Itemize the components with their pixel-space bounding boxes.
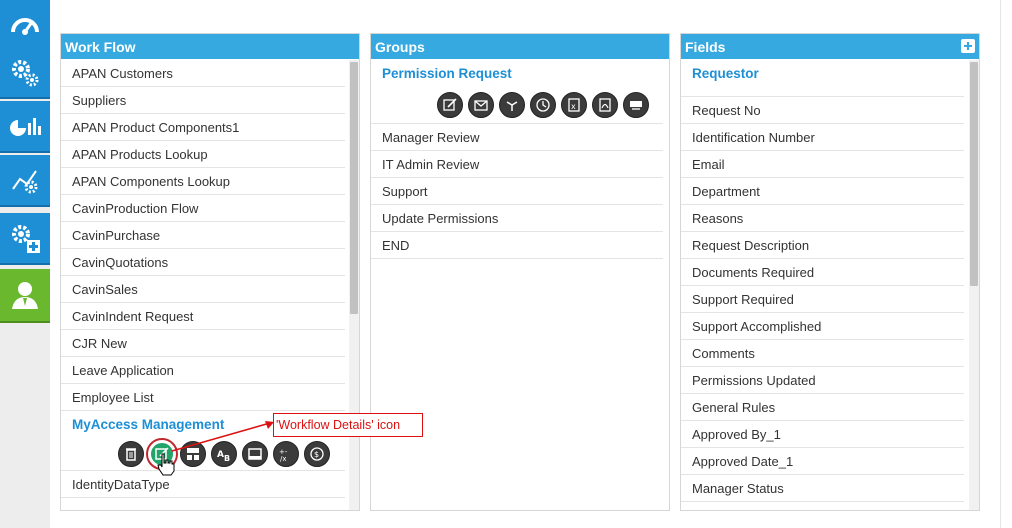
trash-icon [126,448,136,461]
field-item[interactable]: Request Description [681,232,964,259]
fields-scrollbar[interactable] [969,60,979,510]
left-navigation [0,0,50,528]
group-item[interactable]: Update Permissions [371,205,663,232]
svg-text:$: $ [314,450,319,459]
fields-panel-title: Fields [685,39,726,55]
field-item[interactable]: Email [681,151,964,178]
dashboard-gauge-icon [11,18,39,35]
analytics-chart-icon [10,118,41,136]
print-icon [630,101,642,110]
mail-button[interactable] [468,92,494,118]
workflow-item[interactable]: CavinPurchase [61,222,345,249]
nav-add-settings[interactable] [0,213,50,265]
fields-list: Requestor Request No Identification Numb… [681,60,964,502]
nav-settings[interactable] [0,47,50,99]
groups-list: Permission Request x Manager Review IT A… [371,60,663,259]
gears-icon [12,60,39,87]
workflow-panel-header: Work Flow [61,34,359,59]
nav-users[interactable] [0,269,50,323]
nav-workflow[interactable] [0,155,50,207]
svg-text:B: B [224,454,230,462]
annotation-arrow [171,421,274,452]
field-item[interactable]: Request No [681,97,964,124]
field-item[interactable]: Department [681,178,964,205]
pdf-button[interactable] [592,92,618,118]
group-item[interactable]: IT Admin Review [371,151,663,178]
hand-cursor-icon [157,453,175,476]
workflow-item[interactable]: APAN Product Components1 [61,114,345,141]
field-item[interactable]: Manager Status [681,475,964,502]
mail-icon [474,100,488,111]
workflow-scrollbar[interactable] [349,60,359,510]
print-button[interactable] [623,92,649,118]
svg-text:/x: /x [280,455,287,462]
workflow-item[interactable]: IdentityDataType [61,471,345,498]
group-action-bar: x [371,87,663,124]
workflow-item[interactable]: CavinQuotations [61,249,345,276]
workflow-item[interactable]: CavinProduction Flow [61,195,345,222]
field-item[interactable]: Support Accomplished [681,313,964,340]
split-button[interactable] [499,92,525,118]
clock-icon [536,98,550,112]
currency-button[interactable]: $ [304,441,330,467]
delete-button[interactable] [118,441,144,467]
excel-button[interactable]: x [561,92,587,118]
workflow-item[interactable]: CJR New [61,330,345,357]
timer-button[interactable] [530,92,556,118]
group-item[interactable]: Support [371,178,663,205]
field-item[interactable]: Reasons [681,205,964,232]
edit-icon [443,98,457,111]
group-item[interactable]: Manager Review [371,124,663,151]
field-item[interactable]: Comments [681,340,964,367]
currency-icon: $ [310,447,324,461]
group-item-selected[interactable]: Permission Request [371,60,663,87]
field-item-selected[interactable]: Requestor [681,60,964,97]
group-item[interactable]: END [371,232,663,259]
workflow-item[interactable]: Leave Application [61,357,345,384]
nav-dashboard[interactable] [0,0,50,52]
workflow-item[interactable]: Suppliers [61,87,345,114]
edit-group-button[interactable] [437,92,463,118]
workflow-item[interactable]: APAN Customers [61,60,345,87]
fields-panel: Fields Requestor Request No Identificati… [680,33,980,511]
workflow-item[interactable]: APAN Components Lookup [61,168,345,195]
workflow-item[interactable]: APAN Products Lookup [61,141,345,168]
workflow-item[interactable]: CavinSales [61,276,345,303]
fields-scroll-thumb[interactable] [970,62,978,286]
groups-panel-header: Groups [371,34,669,59]
workflow-item[interactable]: CavinIndent Request [61,303,345,330]
groups-panel: Groups Permission Request x Manager Revi… [370,33,670,511]
fields-panel-header: Fields [681,34,979,59]
split-arrow-icon [506,101,518,111]
workflow-graph-icon [12,170,38,194]
nav-analytics[interactable] [0,101,50,153]
workflow-scroll-thumb[interactable] [350,62,358,314]
field-item[interactable]: General Rules [681,394,964,421]
right-margin [1000,0,1012,528]
field-item[interactable]: Documents Required [681,259,964,286]
app-root: Work Flow APAN Customers Suppliers APAN … [0,0,1012,528]
user-icon [12,282,38,309]
workflow-item[interactable]: Employee List [61,384,345,411]
field-item[interactable]: Identification Number [681,124,964,151]
field-item[interactable]: Approved By_1 [681,421,964,448]
excel-icon: x [568,98,580,112]
gears-add-icon [12,225,40,253]
svg-text:x: x [571,102,576,111]
calculator-icon: +- /x [279,448,288,462]
add-field-button[interactable] [961,39,975,53]
pdf-icon [599,98,611,112]
field-item[interactable]: Support Required [681,286,964,313]
field-item[interactable]: Permissions Updated [681,367,964,394]
field-item[interactable]: Approved Date_1 [681,448,964,475]
annotation-callout: 'Workflow Details' icon [273,413,423,437]
